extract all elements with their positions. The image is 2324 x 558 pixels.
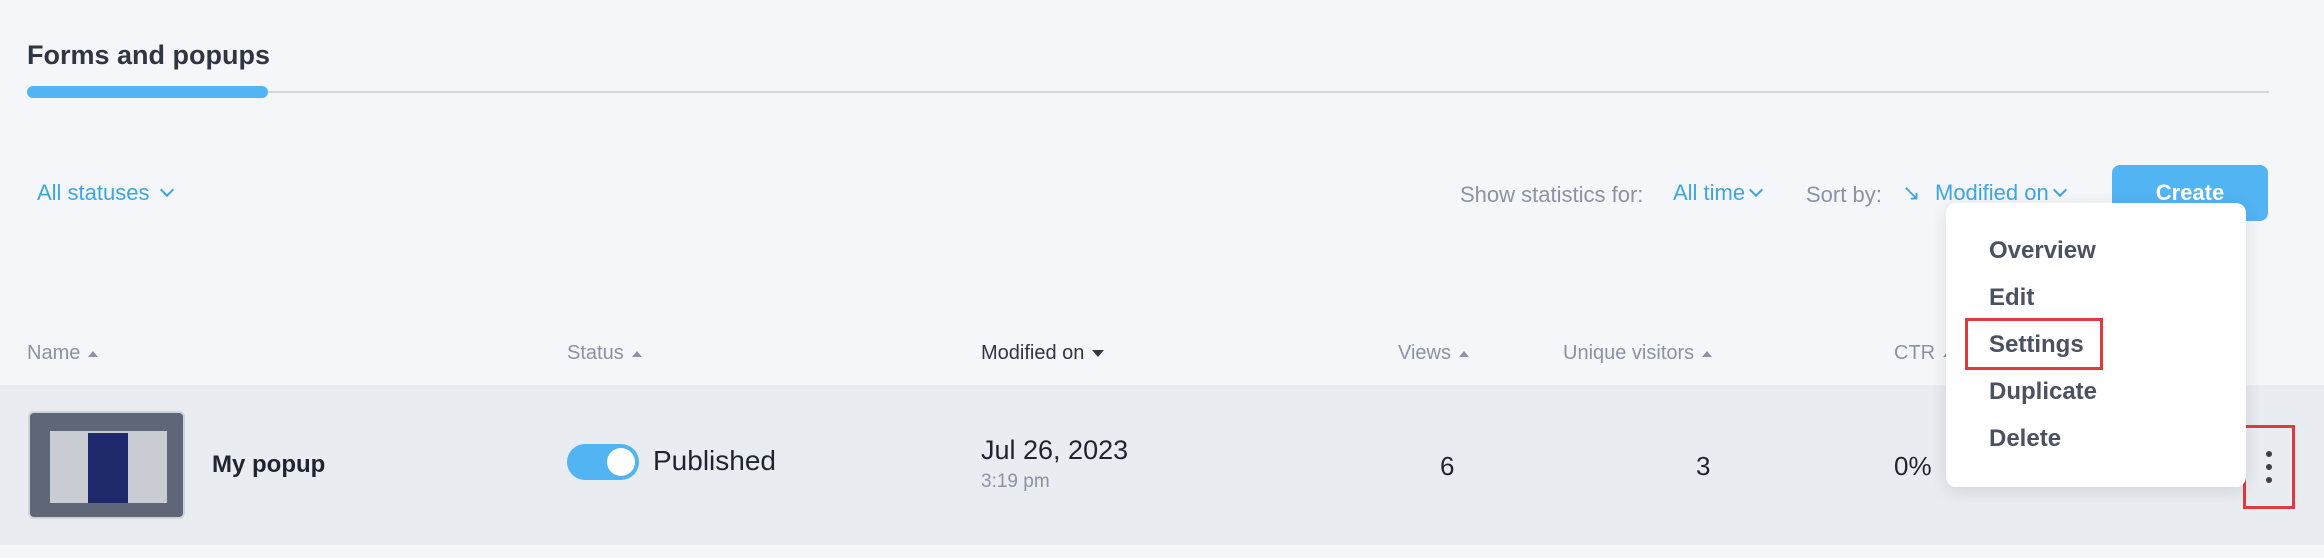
menu-item-delete[interactable]: Delete: [1989, 425, 2061, 453]
row-unique-visitors: 3: [1696, 451, 1711, 481]
sort-direction-icon[interactable]: ↘: [1902, 180, 1920, 206]
menu-item-edit[interactable]: Edit: [1989, 284, 2034, 312]
tab-divider: [27, 91, 2269, 93]
row-status: Published: [653, 445, 776, 476]
column-header-status[interactable]: Status: [567, 342, 642, 365]
kebab-dot: [2266, 477, 2272, 483]
chevron-down-icon: [1749, 182, 1764, 198]
stats-label: Show statistics for:: [1460, 182, 1644, 207]
menu-item-settings[interactable]: Settings: [1989, 331, 2084, 359]
status-filter-label: All statuses: [37, 180, 150, 205]
thumbnail-popup-preview: [88, 433, 128, 503]
menu-item-overview[interactable]: Overview: [1989, 237, 2096, 265]
stats-period-dropdown[interactable]: All time: [1673, 180, 1764, 206]
status-filter-dropdown[interactable]: All statuses: [37, 180, 174, 206]
row-ctr: 0%: [1894, 451, 1932, 481]
chevron-down-icon: [2052, 182, 2067, 198]
row-views: 6: [1440, 451, 1455, 481]
popup-thumbnail[interactable]: [28, 411, 185, 519]
row-actions-menu: Overview Edit Settings Duplicate Delete: [1946, 203, 2246, 487]
column-header-views[interactable]: Views: [1398, 342, 1469, 365]
toggle-knob: [607, 448, 635, 476]
kebab-dot: [2266, 464, 2272, 470]
sort-up-icon: [631, 350, 642, 357]
sort-up-icon: [1459, 350, 1469, 357]
tab-forms-and-popups[interactable]: Forms and popups: [27, 40, 270, 71]
sort-up-icon: [88, 350, 99, 357]
column-header-modified-on[interactable]: Modified on: [981, 342, 1105, 365]
stats-period-label: All time: [1673, 180, 1746, 205]
row-modified-date: Jul 26, 2023: [981, 435, 1129, 465]
tab-active-indicator: [27, 86, 268, 98]
row-actions-button[interactable]: [2243, 425, 2295, 509]
row-name[interactable]: My popup: [212, 451, 325, 479]
chevron-down-icon: [159, 182, 174, 198]
publish-toggle[interactable]: [567, 444, 639, 480]
column-header-name[interactable]: Name: [27, 342, 99, 365]
row-modified-time: 3:19 pm: [981, 471, 1050, 492]
column-header-unique-visitors[interactable]: Unique visitors: [1563, 342, 1713, 365]
menu-item-duplicate[interactable]: Duplicate: [1989, 378, 2097, 406]
sort-down-icon: [1092, 350, 1105, 357]
column-header-ctr[interactable]: CTR: [1894, 342, 1954, 365]
tab-bar: Forms and popups: [27, 36, 2269, 98]
sort-up-icon: [1702, 350, 1713, 357]
kebab-dot: [2266, 451, 2272, 457]
sort-label: Sort by:: [1806, 182, 1882, 207]
